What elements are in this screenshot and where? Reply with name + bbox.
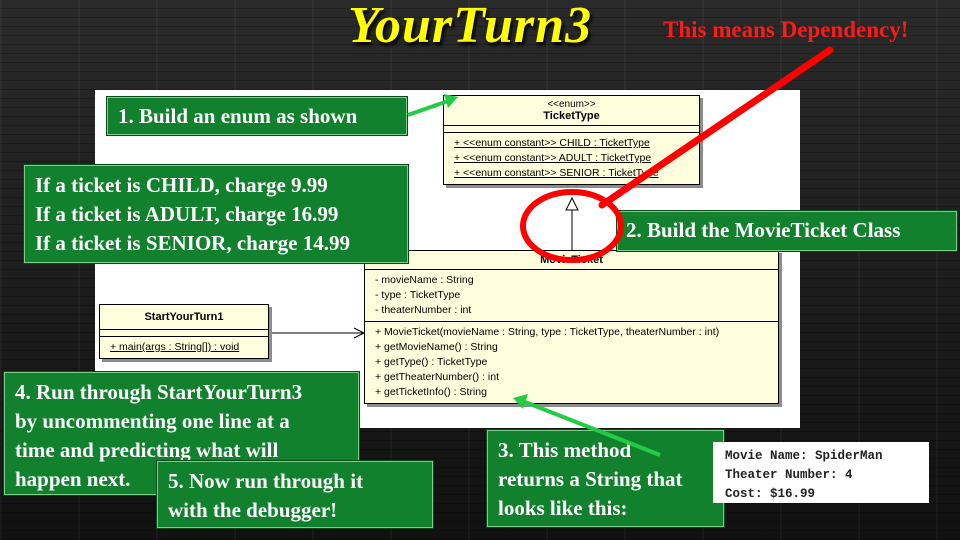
annotation-overlay — [407, 46, 834, 457]
step-1-pointer-head — [444, 94, 458, 108]
dependency-pointer-line — [598, 46, 834, 209]
step-3-pointer-line — [524, 400, 661, 457]
dependency-highlight-circle — [520, 189, 624, 263]
step-1-pointer-line — [407, 99, 449, 117]
